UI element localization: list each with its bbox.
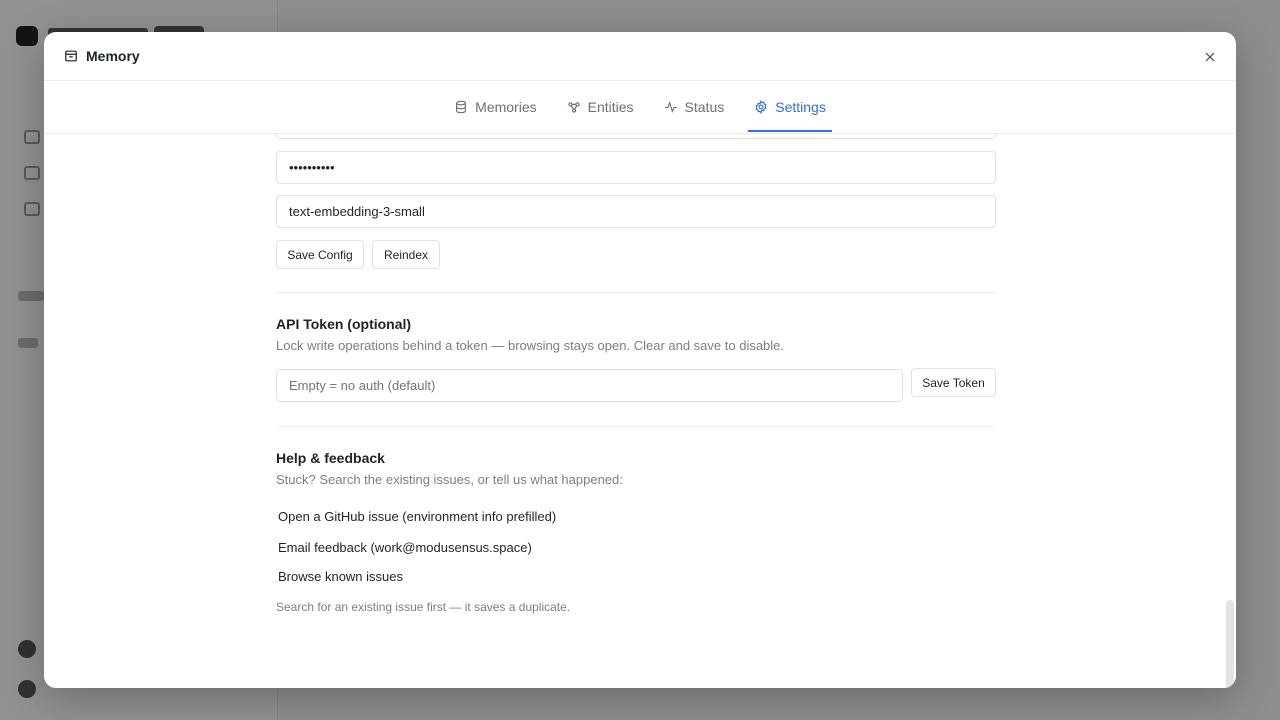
tab-status[interactable]: Status (658, 81, 731, 133)
help-description: Stuck? Search the existing issues, or te… (276, 472, 623, 487)
tab-label: Status (684, 99, 725, 115)
settings-panel: •••••••••• text-embedding-3-small Save C… (44, 134, 1236, 688)
close-button[interactable] (1200, 47, 1220, 67)
embedding-endpoint-field[interactable] (276, 134, 996, 139)
modal-header: Memory (44, 32, 1236, 81)
settings-column: •••••••••• text-embedding-3-small Save C… (276, 134, 996, 688)
api-token-input[interactable] (276, 369, 903, 402)
activity-icon (664, 100, 677, 114)
close-icon (1205, 52, 1215, 62)
reindex-button[interactable]: Reindex (372, 240, 440, 269)
embedding-model-field[interactable]: text-embedding-3-small (276, 195, 996, 228)
gear-icon (755, 100, 767, 114)
api-token-title: API Token (optional) (276, 316, 412, 332)
api-token-description: Lock write operations behind a token — b… (276, 338, 785, 353)
github-issue-link[interactable]: Open a GitHub issue (environment info pr… (278, 509, 556, 524)
known-issues-link[interactable]: Browse known issues (278, 569, 403, 584)
section-divider (276, 426, 996, 427)
tab-settings[interactable]: Settings (748, 81, 832, 133)
help-note: Search for an existing issue first — it … (276, 600, 571, 614)
save-config-button[interactable]: Save Config (276, 240, 364, 269)
save-token-button[interactable]: Save Token (911, 368, 996, 397)
tab-memories[interactable]: Memories (448, 81, 542, 133)
memory-modal: Memory Memories Entities Status Settings… (44, 32, 1236, 688)
tab-label: Settings (775, 99, 826, 115)
scrollbar[interactable] (1226, 600, 1234, 688)
tab-entities[interactable]: Entities (561, 81, 640, 133)
modal-title: Memory (86, 48, 140, 64)
tab-label: Entities (587, 99, 634, 115)
tab-bar: Memories Entities Status Settings (44, 81, 1236, 134)
tab-label: Memories (475, 99, 537, 115)
database-icon (456, 100, 467, 114)
section-divider (276, 292, 996, 293)
entities-icon (567, 102, 580, 113)
help-title: Help & feedback (276, 450, 385, 466)
archive-box-icon (64, 49, 78, 63)
api-key-field[interactable]: •••••••••• (276, 151, 996, 184)
email-feedback-link[interactable]: Email feedback (work@modusensus.space) (278, 540, 532, 555)
